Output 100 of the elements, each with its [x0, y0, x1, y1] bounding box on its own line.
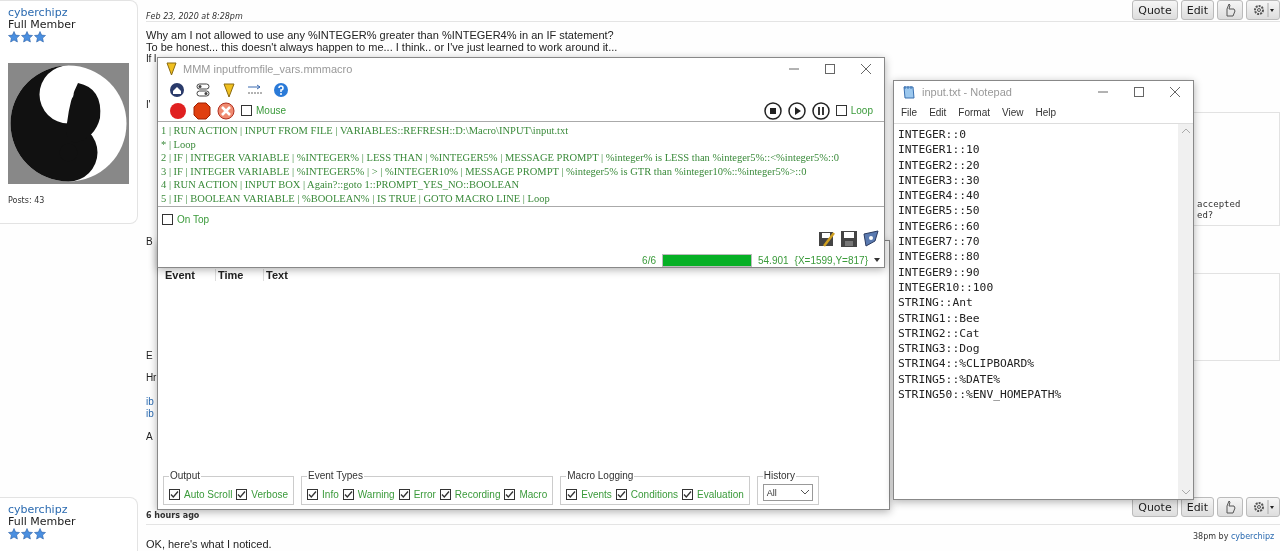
text-line: INTEGER1::10: [898, 142, 981, 158]
menu-item[interactable]: Edit: [929, 107, 947, 118]
pause-icon[interactable]: [811, 101, 830, 120]
macro-line[interactable]: 5 | IF | BOOLEAN VARIABLE | %BOOLEAN% | IS TRUE | GOTO MACRO LINE | Loop: [161, 191, 881, 206]
notepad-icon: [902, 84, 916, 99]
stop-icon[interactable]: [763, 101, 782, 120]
dropdown-icon[interactable]: [874, 258, 880, 262]
option-checkbox[interactable]: Recording: [439, 484, 501, 504]
cursor-coordinates: {X=1599,Y=817}: [794, 254, 868, 266]
app-logo-icon: [166, 61, 177, 76]
macro-line[interactable]: 3 | IF | INTEGER VARIABLE | %INTEGER5% | > | %INTEGER10% | MESSAGE PROMPT | %integer5% is GTR than %integer10%::%integer5%>::0: [161, 164, 881, 179]
column-header[interactable]: Text: [264, 269, 364, 281]
chevron-icon: [800, 490, 809, 495]
macro-line[interactable]: 4 | RUN ACTION | INPUT BOX | Again?::goto 1::PROMPT_YES_NO::BOOLEAN: [161, 178, 881, 192]
post-text: Hr: [146, 372, 157, 384]
cancel-icon[interactable]: [217, 101, 235, 120]
star-icon: [21, 528, 33, 540]
checkmark-icon: [343, 489, 353, 499]
menu-item[interactable]: Help: [1035, 107, 1057, 118]
hand-icon: [1223, 500, 1237, 514]
text-line: INTEGER7::70: [898, 234, 981, 250]
post-text: If I: [146, 53, 157, 65]
loop-checkbox[interactable]: Loop: [835, 105, 873, 116]
text-line: INTEGER4::40: [898, 188, 981, 204]
text-line: INTEGER5::50: [898, 203, 981, 219]
toggle-icon[interactable]: [195, 81, 211, 98]
checkmark-icon: [616, 489, 626, 499]
like-button[interactable]: [1217, 0, 1243, 20]
post-date: Feb 23, 2020 at 8:28pm: [146, 12, 244, 21]
history-select[interactable]: All: [762, 484, 813, 501]
macro-line[interactable]: 2 | IF | INTEGER VARIABLE | %INTEGER% | LESS THAN | %INTEGER5% | MESSAGE PROMPT | %integer% is LESS than %integer5%::<%integer5%::0: [161, 151, 881, 165]
group-title: Event Types: [307, 470, 364, 481]
avatar-icon: [8, 63, 129, 184]
settings-button[interactable]: [1246, 497, 1280, 517]
member-rank: Full Member: [8, 516, 76, 528]
author-name[interactable]: cyberchipz: [8, 7, 68, 19]
post-text: B: [146, 236, 153, 248]
text-line: INTEGER3::30: [898, 172, 981, 189]
text-line: STRING::Ant: [898, 295, 974, 311]
group-title: Macro Logging: [566, 470, 635, 481]
code-text: accepted: [1197, 199, 1242, 210]
macro-line[interactable]: * | Loop: [161, 137, 881, 152]
window-title: input.txt - Notepad: [922, 85, 1013, 98]
option-checkbox[interactable]: Verbose: [236, 484, 289, 504]
option-checkbox[interactable]: Macro: [504, 484, 548, 504]
option-checkbox[interactable]: Auto Scroll: [169, 484, 233, 504]
checkmark-icon: [567, 489, 577, 499]
play-icon[interactable]: [787, 101, 806, 120]
home-icon[interactable]: [169, 81, 185, 98]
quote-button[interactable]: Quote: [1132, 0, 1178, 20]
star-icon: [8, 31, 20, 43]
option-checkbox[interactable]: Evaluation: [682, 484, 744, 504]
group-title: History: [762, 470, 796, 481]
column-header[interactable]: Event: [163, 269, 216, 281]
column-header[interactable]: Time: [216, 269, 264, 281]
like-button[interactable]: [1217, 497, 1243, 517]
option-checkbox[interactable]: Error: [398, 484, 436, 504]
edit-button[interactable]: Edit: [1180, 0, 1214, 20]
post-text: I': [146, 99, 151, 111]
edit-button[interactable]: Edit: [1180, 497, 1214, 517]
checkmark-icon: [308, 489, 318, 499]
text-line: STRING4::%CLIPBOARD%: [898, 356, 1036, 372]
text-line: INTEGER9::90: [898, 264, 981, 280]
on-top-checkbox[interactable]: On Top: [162, 213, 210, 225]
author-name[interactable]: cyberchipz: [8, 504, 68, 516]
user-link[interactable]: cyberchipz: [1230, 532, 1275, 541]
option-checkbox[interactable]: Events: [566, 484, 612, 504]
option-checkbox[interactable]: Info: [307, 484, 339, 504]
stop-sign-icon[interactable]: [193, 101, 211, 120]
post-link[interactable]: ib: [146, 396, 154, 408]
post-link[interactable]: ib: [146, 408, 154, 420]
macro-line[interactable]: 1 | RUN ACTION | INPUT FROM FILE | VARIABLES::REFRESH::D:\Macro\INPUT\input.txt: [161, 124, 881, 138]
window-title: MMM inputfromfile_vars.mmmacro: [183, 62, 354, 75]
star-icon: [34, 31, 46, 43]
edit-note: 38pm by cyberchipz: [1193, 532, 1276, 541]
record-icon[interactable]: [169, 101, 187, 120]
star-icon: [34, 528, 46, 540]
menu-item[interactable]: File: [901, 107, 918, 118]
text-line: STRING2::Cat: [898, 325, 981, 342]
text-line: STRING50::%ENV_HOMEPATH%: [898, 387, 1063, 403]
text-line: STRING1::Bee: [898, 310, 981, 326]
settings-button[interactable]: [1246, 0, 1280, 20]
member-rank: Full Member: [8, 19, 76, 31]
save-icon[interactable]: [840, 230, 858, 248]
help-icon[interactable]: [273, 81, 289, 98]
checkmark-icon: [170, 489, 179, 499]
elapsed-time: 54.901: [758, 254, 789, 266]
option-checkbox[interactable]: Conditions: [615, 484, 679, 504]
checkmark-icon: [440, 489, 450, 499]
checkmark-icon: [505, 489, 515, 499]
edit-save-icon[interactable]: [818, 230, 836, 248]
menu-item[interactable]: Format: [958, 107, 991, 118]
option-checkbox[interactable]: Warning: [342, 484, 395, 504]
text-line: INTEGER2::20: [898, 157, 981, 173]
progress-count: 6/6: [642, 254, 656, 266]
mouse-checkbox[interactable]: Mouse: [241, 105, 286, 116]
menu-item[interactable]: View: [1002, 107, 1024, 118]
post-text: Why am I not allowed to use any %INTEGER% greater than %INTEGER4% in an IF statement?: [146, 29, 614, 41]
star-icon: [21, 31, 33, 43]
checkmark-icon: [237, 489, 247, 499]
